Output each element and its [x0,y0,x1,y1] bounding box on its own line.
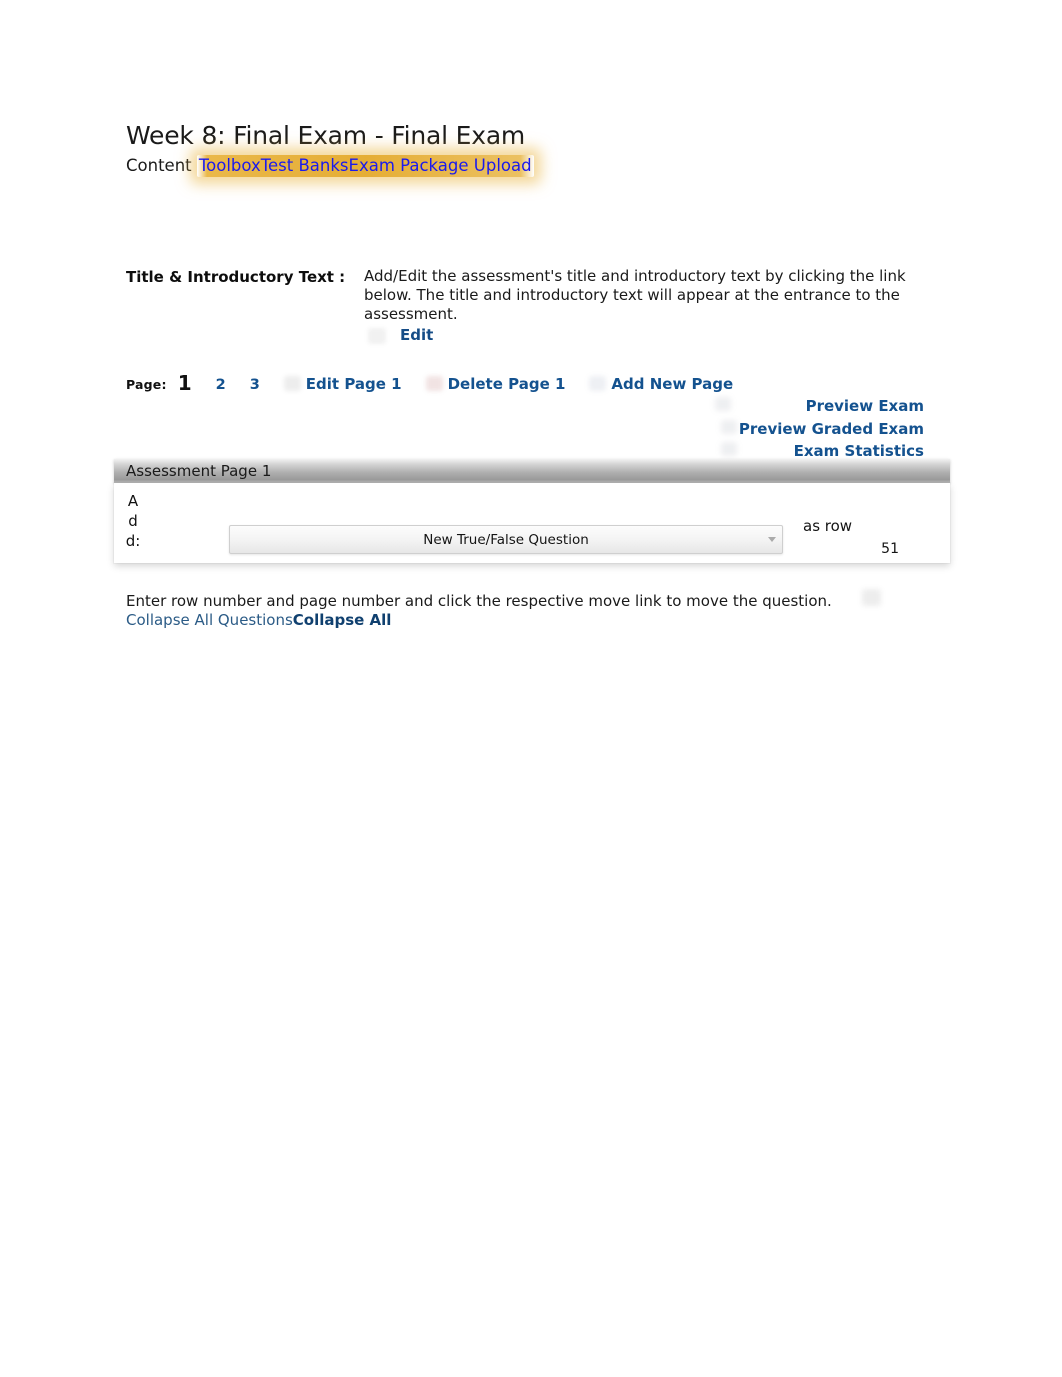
collapse-all-questions-link[interactable]: Collapse All Questions [126,611,293,629]
edit-page-link[interactable]: Edit Page 1 [306,375,402,393]
assessment-editor-page: Week 8: Final Exam - Final Exam Content … [0,0,1062,1377]
page-title: Week 8: Final Exam - Final Exam [126,121,526,150]
as-row-label: as row [803,517,853,535]
preview-graded-exam-link[interactable]: Preview Graded Exam [739,418,924,441]
page-nav-link-2[interactable]: 2 [216,377,226,393]
row-number-input[interactable]: 51 [853,539,899,559]
assessment-page-header-bar: Assessment Page 1 [114,459,950,483]
chevron-down-icon [768,537,776,542]
page-nav-link-3[interactable]: 3 [250,377,260,393]
preview-exam-link[interactable]: Preview Exam [739,395,924,418]
add-new-page-link[interactable]: Add New Page [611,375,733,393]
question-type-select-value: New True/False Question [423,532,589,548]
add-question-label: Add: [125,492,141,550]
move-question-instructions: Enter row number and page number and cli… [126,592,832,610]
add-question-panel: Add: New True/False Question as row 51 [114,483,950,563]
assessment-page-title: Assessment Page 1 [126,462,272,480]
title-intro-edit-wrap: Edit [364,325,433,344]
breadcrumb-highlight: ToolboxTest BanksExam Package Upload [196,155,534,177]
breadcrumb-static-label: Content [126,156,197,175]
assessment-page-section: Assessment Page 1 Add: New True/False Qu… [114,459,950,563]
collapse-links-row: Collapse All QuestionsCollapse All [126,611,391,629]
page-navigation: Page: 1 2 3 Edit Page 1 Delete Page 1 Add New … [126,370,733,396]
delete-page-link[interactable]: Delete Page 1 [448,375,566,393]
page-nav-current-page: 1 [177,371,192,395]
title-intro-description: Add/Edit the assessment's title and intr… [364,267,906,323]
breadcrumb-link-exam-package-upload[interactable]: Exam Package Upload [349,156,532,175]
footer-note-artifact [862,589,881,606]
breadcrumb-link-toolbox[interactable]: Toolbox [199,156,261,175]
breadcrumb-link-test-banks[interactable]: Test Banks [261,156,349,175]
page-nav-label: Page: [126,377,167,392]
title-intro-label: Title & Introductory Text : [126,268,346,286]
edit-title-intro-link[interactable]: Edit [400,326,433,344]
question-type-select[interactable]: New True/False Question [229,525,783,554]
breadcrumb: Content ToolboxTest BanksExam Package Up… [126,155,534,177]
exam-tools-links: Preview Exam Preview Graded Exam Exam St… [739,395,924,463]
collapse-all-link[interactable]: Collapse All [293,611,392,629]
